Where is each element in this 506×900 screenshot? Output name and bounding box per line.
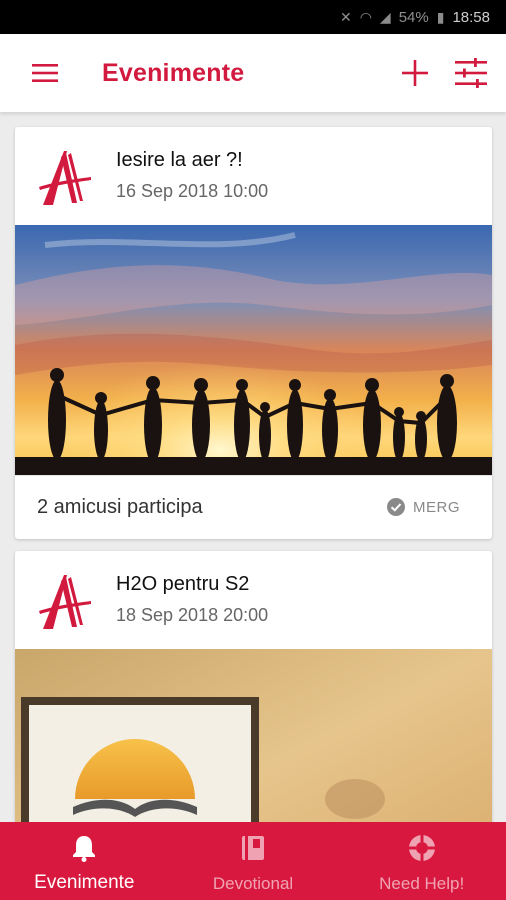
lifebuoy-icon (407, 832, 437, 864)
rsvp-going-button[interactable]: MERG (387, 498, 460, 516)
plus-icon (402, 60, 428, 86)
nav-tab-need-help[interactable]: Need Help! (337, 822, 506, 900)
event-date: 18 Sep 2018 20:00 (116, 605, 269, 625)
nav-label: Need Help! (379, 874, 465, 893)
status-bar: ✕ ◠ ◢ 54% ▮ 18:58 (0, 0, 506, 34)
filter-button[interactable] (450, 48, 492, 98)
menu-button[interactable] (20, 48, 70, 98)
rsvp-going-label: MERG (413, 498, 460, 516)
event-card[interactable]: Iesire la aer ?! 16 Sep 2018 10:00 2 ami… (15, 127, 492, 539)
bottom-nav: Evenimente Devotional Need Help! (0, 822, 506, 900)
event-photo (15, 649, 492, 822)
nav-label: Evenimente (34, 872, 135, 893)
event-card[interactable]: H2O pentru S2 18 Sep 2018 20:00 (15, 551, 492, 822)
clock: 18:58 (452, 8, 490, 26)
bell-icon (71, 832, 97, 864)
event-title: Iesire la aer ?! (116, 149, 243, 171)
book-icon (240, 832, 266, 864)
event-photo (15, 225, 492, 475)
nav-label: Devotional (212, 874, 294, 893)
add-event-button[interactable] (394, 48, 436, 98)
event-card-header: H2O pentru S2 18 Sep 2018 20:00 (15, 551, 492, 649)
app-bar: Evenimente (0, 34, 506, 112)
events-feed[interactable]: Iesire la aer ?! 16 Sep 2018 10:00 2 ami… (0, 112, 506, 822)
battery-icon: ▮ (436, 8, 445, 25)
signal-icon: ◢ (379, 8, 391, 25)
nav-tab-devotional[interactable]: Devotional (169, 822, 338, 900)
check-circle-icon (387, 498, 405, 516)
organization-logo (39, 575, 91, 629)
event-card-header: Iesire la aer ?! 16 Sep 2018 10:00 (15, 127, 492, 225)
nav-tab-evenimente[interactable]: Evenimente (0, 822, 169, 900)
organization-logo (39, 151, 91, 205)
event-title: H2O pentru S2 (116, 573, 250, 595)
wifi-icon: ◠ (359, 8, 372, 25)
sliders-icon (455, 58, 487, 88)
hamburger-icon (32, 64, 58, 82)
participants-count: 2 amicusi participa (37, 496, 203, 518)
battery-percent: 54% (398, 8, 429, 26)
event-date: 16 Sep 2018 10:00 (116, 181, 269, 201)
mute-icon: ✕ (339, 8, 352, 25)
event-card-footer: 2 amicusi participa MERG (15, 475, 492, 539)
page-title: Evenimente (102, 58, 245, 87)
